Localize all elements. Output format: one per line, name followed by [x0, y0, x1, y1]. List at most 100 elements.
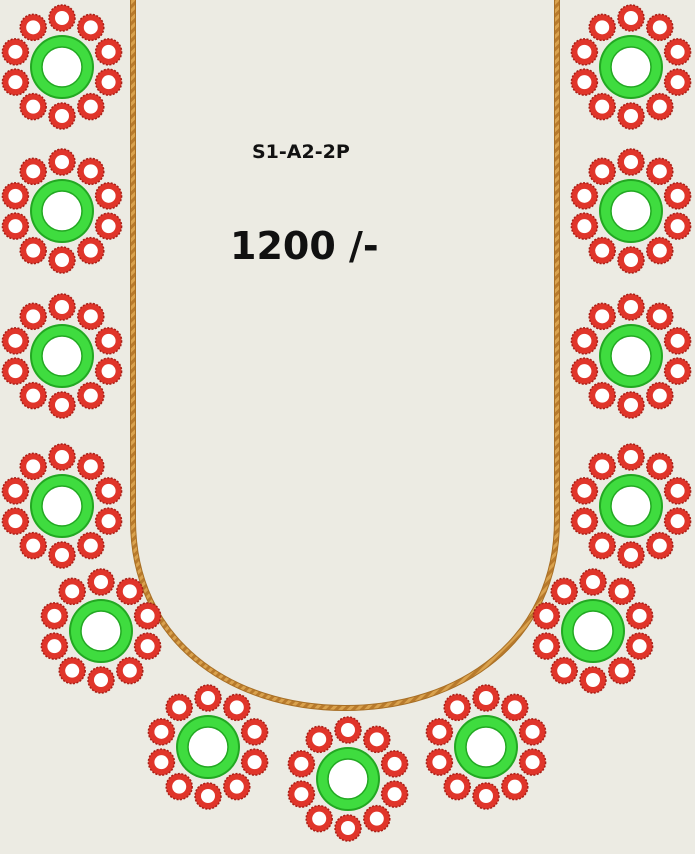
bead — [94, 327, 123, 355]
bead — [363, 804, 391, 833]
bead — [646, 92, 674, 121]
bead — [532, 632, 561, 660]
bead — [287, 780, 316, 808]
bead — [570, 212, 599, 240]
bead — [617, 293, 645, 321]
bead — [646, 531, 674, 560]
bead — [570, 38, 599, 66]
bead — [48, 4, 76, 32]
bead — [608, 656, 636, 685]
embroidery-design-canvas: S1-A2-2P 1200 /- — [0, 0, 695, 849]
flower-motif-icon — [147, 684, 269, 810]
bead — [570, 357, 599, 385]
bead — [550, 577, 578, 606]
bead — [1, 38, 30, 66]
bead — [58, 577, 86, 606]
bead — [646, 302, 674, 331]
bead — [48, 391, 76, 419]
bead — [19, 92, 47, 121]
design-code-label: S1-A2-2P — [252, 141, 350, 163]
bead — [334, 716, 362, 744]
bead — [617, 391, 645, 419]
chain-outline — [130, 0, 560, 712]
bead — [472, 684, 500, 712]
bead — [77, 381, 105, 410]
bead — [532, 602, 561, 630]
bead — [663, 68, 692, 96]
bead — [1, 507, 30, 535]
bead — [19, 157, 47, 186]
bead — [1, 212, 30, 240]
bead — [194, 684, 222, 712]
bead — [77, 236, 105, 265]
bead — [1, 327, 30, 355]
bead — [48, 443, 76, 471]
bead — [305, 725, 333, 754]
bead — [19, 381, 47, 410]
flower-motif-icon — [532, 568, 654, 694]
green-ring — [30, 35, 94, 99]
bead — [588, 92, 616, 121]
bead — [570, 477, 599, 505]
flower-motif-icon — [570, 293, 692, 419]
bead — [472, 782, 500, 810]
flower-motif-icon — [570, 148, 692, 274]
bead — [443, 693, 471, 722]
bead — [194, 782, 222, 810]
bead — [518, 748, 547, 776]
bead — [305, 804, 333, 833]
bead — [588, 13, 616, 42]
bead — [588, 236, 616, 265]
bead — [19, 13, 47, 42]
bead — [19, 531, 47, 560]
bead — [501, 693, 529, 722]
bead — [663, 477, 692, 505]
flower-motif-icon — [287, 716, 409, 842]
bead — [588, 302, 616, 331]
bead — [579, 568, 607, 596]
bead — [94, 182, 123, 210]
bead — [223, 693, 251, 722]
flower-motif-icon — [1, 293, 123, 419]
bead — [588, 381, 616, 410]
bead — [87, 666, 115, 694]
flower-motif-icon — [40, 568, 162, 694]
bead — [588, 452, 616, 481]
flower-motif-icon — [425, 684, 547, 810]
bead — [77, 452, 105, 481]
bead — [77, 13, 105, 42]
bead — [147, 718, 176, 746]
bead — [94, 68, 123, 96]
bead — [77, 157, 105, 186]
bead — [94, 357, 123, 385]
bead — [19, 236, 47, 265]
bead — [94, 38, 123, 66]
bead — [663, 357, 692, 385]
bead — [19, 452, 47, 481]
bead — [617, 541, 645, 569]
bead — [58, 656, 86, 685]
bead — [550, 656, 578, 685]
green-ring — [454, 715, 518, 779]
bead — [663, 507, 692, 535]
bead — [617, 443, 645, 471]
bead — [116, 656, 144, 685]
bead — [646, 381, 674, 410]
bead — [570, 327, 599, 355]
bead — [165, 693, 193, 722]
bead — [663, 327, 692, 355]
green-ring — [599, 35, 663, 99]
bead — [48, 148, 76, 176]
bead — [625, 602, 654, 630]
bead — [501, 772, 529, 801]
green-ring — [30, 179, 94, 243]
bead — [94, 477, 123, 505]
bead — [40, 602, 69, 630]
flower-motif-icon — [570, 4, 692, 130]
bead — [646, 157, 674, 186]
bead — [617, 4, 645, 32]
chain-links — [131, 0, 559, 711]
bead — [1, 68, 30, 96]
bead — [646, 13, 674, 42]
bead — [617, 148, 645, 176]
